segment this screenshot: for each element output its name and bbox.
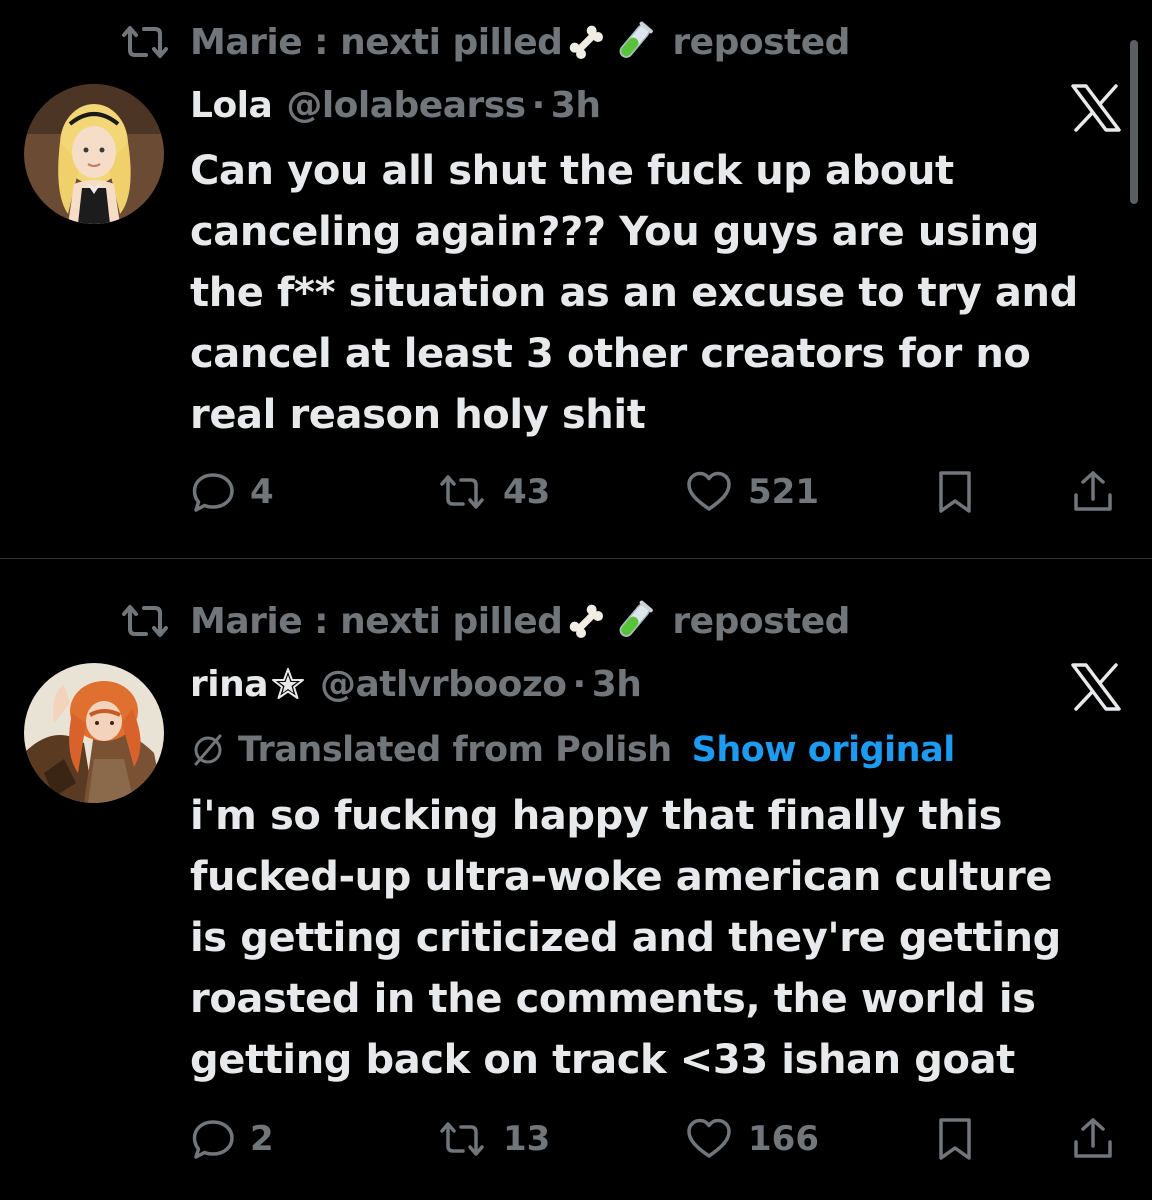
display-name[interactable]: Lola	[190, 85, 273, 126]
repost-button[interactable]: 43	[435, 462, 550, 522]
repost-suffix: reposted	[672, 600, 850, 642]
reply-icon	[192, 473, 234, 512]
bookmark-icon	[939, 1118, 971, 1160]
share-button[interactable]	[1070, 1109, 1116, 1169]
test-tube-emoji	[614, 599, 654, 643]
share-icon	[1074, 471, 1112, 511]
repost-indicator: Marie : nexti pilled reposted	[118, 596, 850, 646]
repost-user-name[interactable]: Marie : nexti pilled	[190, 601, 563, 642]
repost-icon	[440, 475, 484, 509]
reply-button[interactable]: 4	[190, 462, 274, 522]
show-original-link[interactable]: Show original	[692, 730, 956, 770]
x-logo-icon	[1071, 84, 1121, 132]
repost-icon	[122, 26, 168, 58]
repost-user-name[interactable]: Marie : nexti pilled	[190, 22, 563, 63]
reply-icon	[192, 1120, 234, 1159]
test-tube-emoji	[614, 20, 654, 64]
repost-button[interactable]: 13	[435, 1109, 550, 1169]
tweet-text: Can you all shut the fuck up about cance…	[190, 148, 1078, 438]
bone-emoji	[566, 599, 606, 643]
like-button[interactable]: 166	[684, 1109, 819, 1169]
separator: ·	[572, 663, 587, 705]
like-button[interactable]: 521	[684, 462, 819, 522]
display-name[interactable]: rina	[190, 664, 269, 705]
tweet-header: Lola @lolabearss · 3h	[190, 80, 601, 130]
repost-icon	[122, 605, 168, 637]
heart-icon	[687, 1118, 731, 1158]
avatar[interactable]	[24, 84, 164, 224]
bookmark-icon	[939, 471, 971, 513]
star-icon	[272, 668, 305, 699]
like-count: 521	[748, 472, 819, 512]
x-logo-icon	[1071, 663, 1121, 711]
heart-icon	[687, 471, 731, 511]
user-handle[interactable]: @lolabearss	[286, 85, 526, 126]
like-count: 166	[748, 1119, 819, 1159]
bookmark-button[interactable]	[932, 1109, 978, 1169]
timestamp[interactable]: 3h	[551, 85, 601, 126]
share-button[interactable]	[1070, 462, 1116, 522]
tweet[interactable]: Marie : nexti pilled rep	[0, 0, 1152, 559]
tweet-header: rina @atlvrboozo · 3h	[190, 659, 642, 709]
repost-count: 13	[503, 1119, 551, 1159]
share-icon	[1074, 1118, 1112, 1158]
repost-count: 43	[503, 472, 551, 512]
reply-count: 2	[250, 1119, 274, 1159]
tweet-text: i'm so fucking happy that finally this f…	[190, 793, 1061, 1083]
reply-count: 4	[250, 472, 274, 512]
repost-icon	[440, 1122, 484, 1156]
avatar[interactable]	[24, 663, 164, 803]
globe-icon	[194, 734, 222, 766]
bone-emoji	[566, 20, 606, 64]
action-bar: 2 13 166	[190, 1109, 1130, 1169]
bookmark-button[interactable]	[932, 462, 978, 522]
reply-button[interactable]: 2	[190, 1109, 274, 1169]
timestamp[interactable]: 3h	[592, 664, 642, 705]
repost-indicator: Marie : nexti pilled reposted	[118, 17, 850, 67]
action-bar: 4 43 521	[190, 462, 1130, 522]
user-handle[interactable]: @atlvrboozo	[320, 664, 567, 705]
translation-label: Translated from Polish	[238, 730, 672, 770]
separator: ·	[531, 84, 546, 126]
tweet[interactable]: Marie : nexti pilled rep	[0, 559, 1152, 1200]
translation-notice: Translated from Polish Show original	[190, 725, 955, 775]
repost-suffix: reposted	[672, 21, 850, 63]
